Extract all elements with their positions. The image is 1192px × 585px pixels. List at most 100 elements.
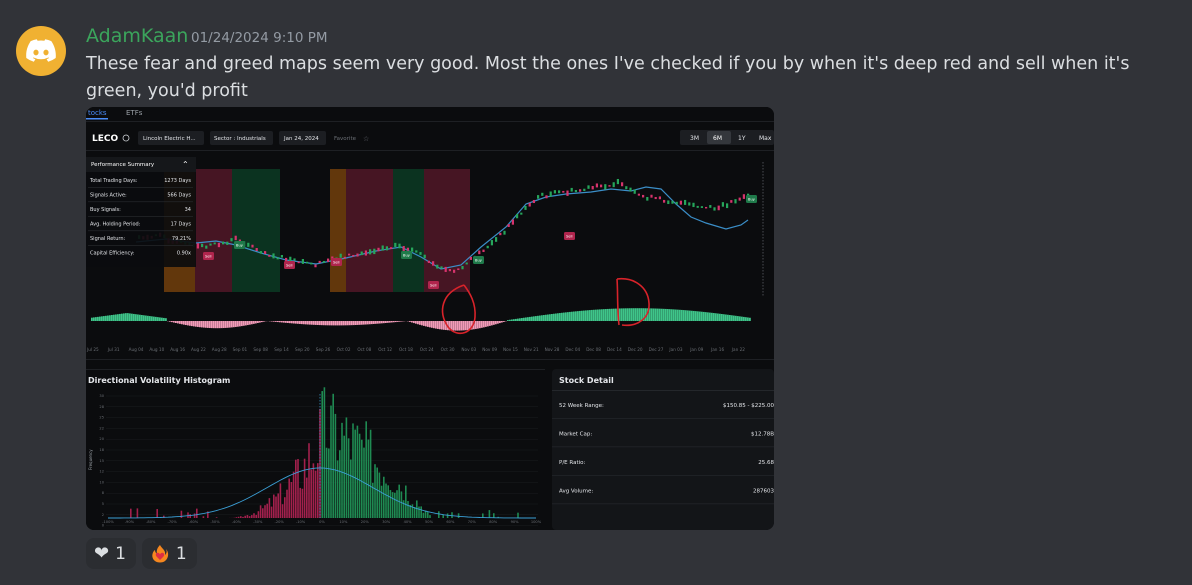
oscillator-bar [591, 309, 593, 321]
range-max[interactable]: Max [759, 135, 772, 142]
oscillator-bar [451, 321, 453, 331]
histogram-y-label: Frequency [88, 449, 93, 470]
oscillator-bar [139, 314, 141, 321]
oscillator-bar [735, 315, 737, 321]
oscillator-bar [199, 321, 201, 328]
reaction-fire-heart[interactable]: 1 [141, 538, 197, 569]
tab-etfs[interactable]: ETFs [126, 109, 143, 117]
histogram-bar [429, 515, 431, 518]
histogram-bar [312, 463, 315, 518]
oscillator-bar [249, 321, 251, 325]
oscillator-bar [315, 321, 317, 325]
image-attachment[interactable]: tocks ETFs LECO Lincoln Electric H... Se… [86, 107, 774, 530]
histogram-bar [367, 439, 370, 518]
oscillator-bar [661, 308, 663, 321]
collapse-icon[interactable]: ⌃ [182, 160, 189, 169]
oscillator-bar [595, 309, 597, 321]
performance-row-value: 566 Days [167, 193, 191, 199]
oscillator-bar [399, 321, 401, 322]
oscillator-bar [259, 321, 261, 323]
sell-signal-label: Sell [286, 264, 293, 268]
oscillator-bar [415, 321, 417, 324]
favorite-label[interactable]: Favorite [334, 136, 357, 142]
candle [700, 206, 703, 208]
oscillator-bar [385, 321, 387, 323]
range-1y[interactable]: 1Y [738, 135, 746, 142]
histogram-bar [420, 506, 422, 518]
oscillator-bar [273, 321, 275, 322]
candle [306, 261, 309, 264]
histogram-bar [257, 511, 260, 518]
range-6m[interactable]: 6M [713, 135, 722, 142]
candle [423, 254, 426, 259]
date-tick: Aug 16 [170, 347, 185, 352]
histogram-bar [321, 391, 323, 518]
oscillator-bar [247, 321, 249, 326]
oscillator-bar [109, 315, 111, 321]
oscillator-bar [375, 321, 377, 324]
candle [339, 253, 342, 258]
histogram-bar [396, 490, 398, 518]
reaction-heart[interactable]: ❤ 1 [86, 538, 136, 569]
candle [289, 256, 292, 262]
candle [360, 251, 363, 256]
oscillator-bar [539, 315, 541, 321]
oscillator-bar [547, 314, 549, 321]
oscillator-bar [279, 321, 281, 323]
candle [721, 202, 724, 207]
oscillator-bar [739, 316, 741, 321]
oscillator-bar [543, 315, 545, 321]
range-3m[interactable]: 3M [690, 135, 699, 142]
date-chip-label: Jan 24, 2024 [283, 136, 319, 142]
oscillator-bar [227, 321, 229, 328]
oscillator-bar [631, 308, 633, 321]
oscillator-bar [585, 310, 587, 321]
timestamp[interactable]: 01/24/2024 9:10 PM [191, 30, 328, 46]
company-chip-label: Lincoln Electric H... [143, 136, 196, 142]
oscillator-bar [593, 309, 595, 321]
candle [356, 253, 359, 257]
histogram-bar [361, 439, 363, 518]
star-icon[interactable]: ☆ [363, 135, 369, 143]
oscillator-bar [317, 321, 319, 326]
oscillator-bar [351, 321, 353, 326]
message-content: These fear and greed maps seem very good… [86, 54, 1130, 101]
username[interactable]: AdamKaan [86, 25, 188, 47]
oscillator-bar [555, 313, 557, 321]
oscillator-bar [601, 309, 603, 321]
oscillator-bar [165, 318, 167, 321]
candle [201, 243, 204, 248]
histogram-bar [266, 503, 268, 518]
oscillator-bar [309, 321, 311, 325]
histogram-bar [268, 498, 271, 518]
stock-detail-label: 52 Week Range: [559, 403, 604, 409]
candle [381, 245, 384, 251]
histogram-bar [389, 490, 392, 518]
candle [411, 247, 414, 252]
date-tick: Jan 22 [731, 347, 745, 352]
candle [314, 264, 317, 268]
oscillator-bar [669, 309, 671, 321]
candle [562, 190, 565, 193]
oscillator-bar [481, 321, 483, 328]
oscillator-bar [675, 309, 677, 321]
histogram-bar [299, 487, 301, 518]
candle [503, 230, 506, 235]
oscillator-bar [579, 310, 581, 321]
tab-stocks[interactable]: tocks [88, 109, 107, 117]
avatar[interactable] [16, 26, 66, 76]
oscillator-bar [653, 308, 655, 321]
oscillator-bar [477, 321, 479, 329]
histogram-bar [303, 458, 306, 518]
date-tick: Dec 20 [628, 347, 643, 352]
histogram-bar [332, 393, 334, 518]
oscillator-bar [627, 308, 629, 321]
oscillator-bar [665, 308, 667, 321]
oscillator-bar [115, 314, 117, 321]
oscillator-bar [411, 321, 413, 323]
oscillator-bar [201, 321, 203, 328]
hist-x-tick: -90% [125, 520, 135, 524]
info-icon[interactable] [122, 134, 130, 142]
oscillator-bar [195, 321, 197, 327]
oscillator-bar [263, 321, 265, 322]
